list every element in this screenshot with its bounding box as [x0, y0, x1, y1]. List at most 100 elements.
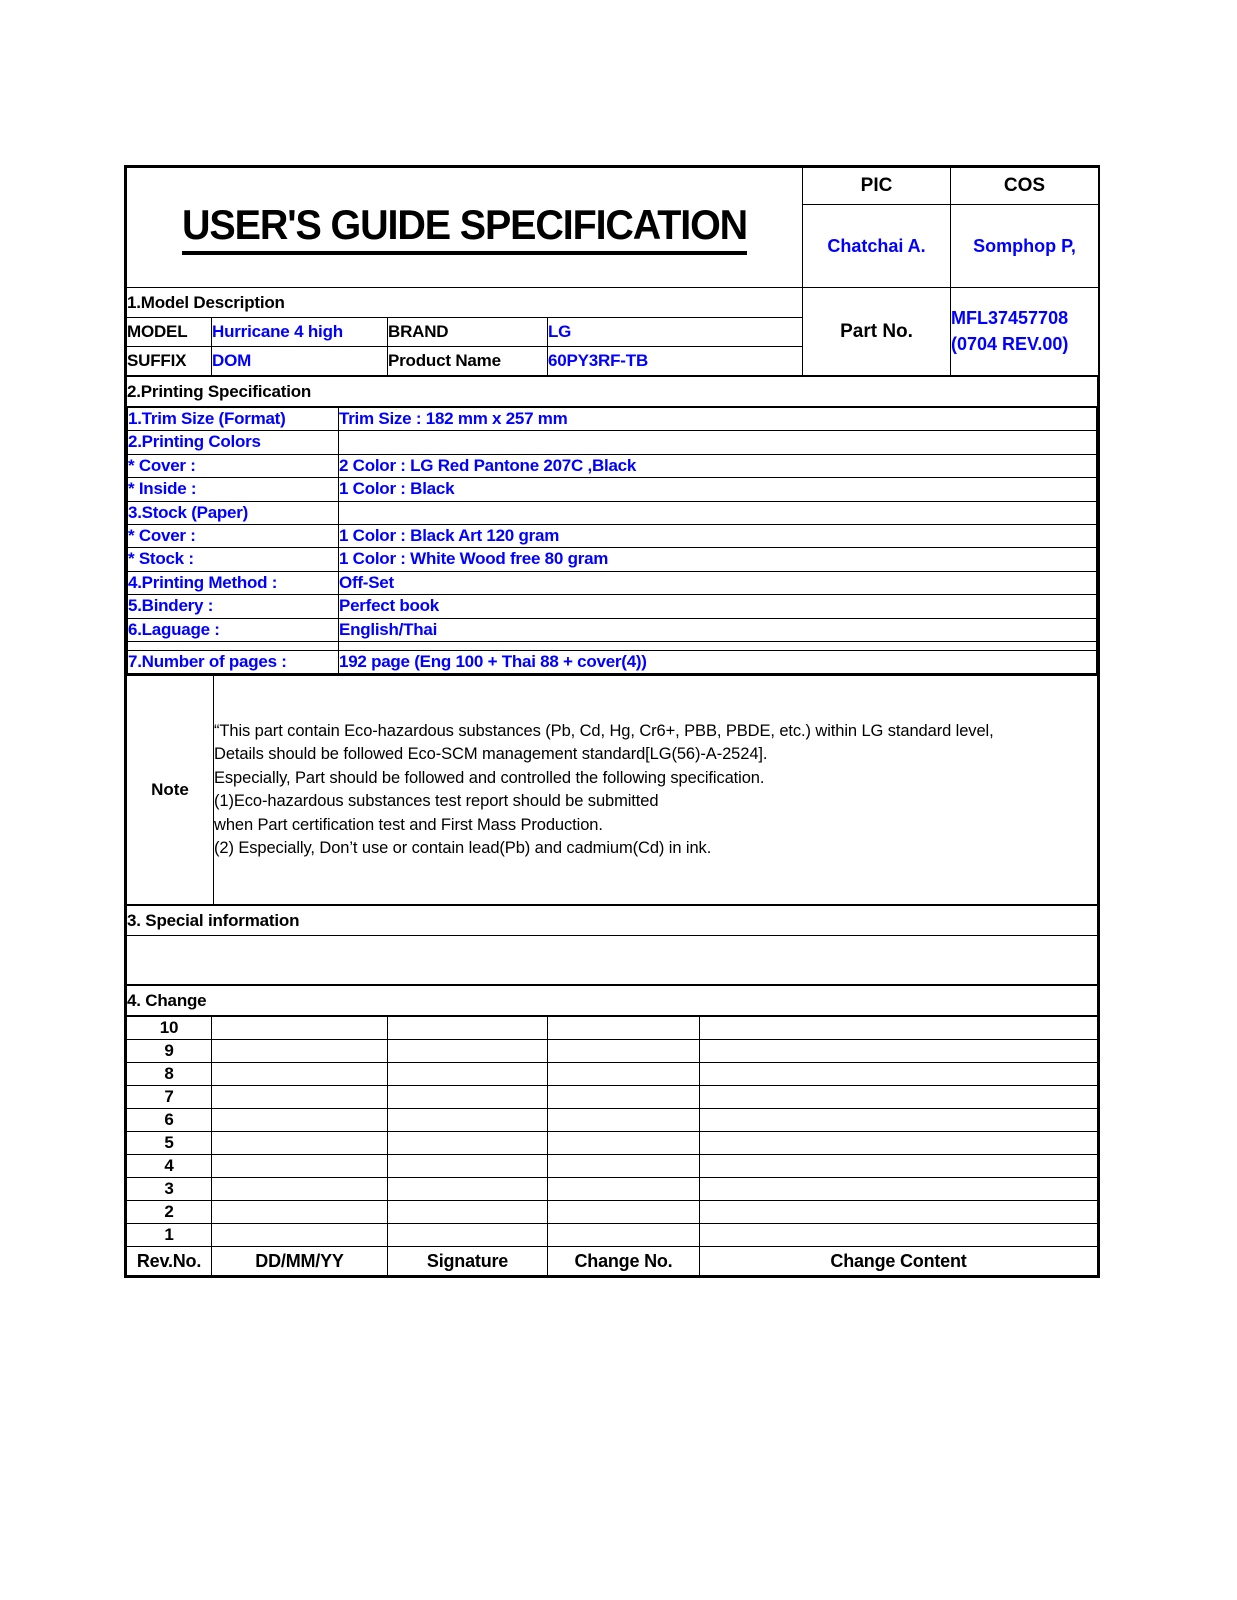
spec-list: 1.Trim Size (Format) Trim Size : 182 mm x…: [127, 406, 1097, 675]
change-row-date[interactable]: [211, 1200, 388, 1225]
change-row-date[interactable]: [211, 1108, 388, 1133]
change-row-content[interactable]: [699, 1131, 1098, 1156]
change-footer-change-no: Change No.: [547, 1246, 700, 1277]
spec-row: * Stock :1 Color : White Wood free 80 gr…: [127, 547, 1097, 572]
change-row-number: 4: [126, 1154, 212, 1179]
table-row: 7: [126, 1085, 1098, 1110]
change-row-number-col[interactable]: [547, 1108, 700, 1133]
part-no-label: Part No.: [802, 287, 952, 376]
change-row-number-col[interactable]: [547, 1154, 700, 1179]
change-row-number-col[interactable]: [547, 1085, 700, 1110]
change-row-signature[interactable]: [387, 1108, 548, 1133]
change-row-content[interactable]: [699, 1177, 1098, 1202]
change-row-number-col[interactable]: [547, 1131, 700, 1156]
note-body: “This part contain Eco-hazardous substan…: [213, 675, 1098, 906]
change-row-signature[interactable]: [387, 1223, 548, 1248]
suffix-value: DOM: [211, 346, 388, 376]
change-row-content[interactable]: [699, 1016, 1098, 1041]
table-row: 1: [126, 1223, 1098, 1248]
part-no-revision: (0704 REV.00): [951, 333, 1069, 354]
change-row-number: 2: [126, 1200, 212, 1225]
change-row-content[interactable]: [699, 1108, 1098, 1133]
spec-row: * Cover :2 Color : LG Red Pantone 207C ,…: [127, 453, 1097, 479]
change-row-signature[interactable]: [387, 1200, 548, 1225]
change-row-content[interactable]: [699, 1154, 1098, 1179]
change-row-number-col[interactable]: [547, 1016, 700, 1041]
change-footer-change-content: Change Content: [699, 1246, 1098, 1277]
spec-key: 3.Stock (Paper): [127, 500, 339, 526]
spec-value: 1 Color : Black: [338, 477, 1097, 502]
specification-sheet: USER'S GUIDE SPECIFICATION PIC COS Chatc…: [124, 165, 1100, 1279]
change-row-number-col[interactable]: [547, 1062, 700, 1087]
change-row-date[interactable]: [211, 1154, 388, 1179]
change-row-number: 1: [126, 1223, 212, 1248]
spec-key: * Stock :: [127, 547, 339, 572]
spec-key: 4.Printing Method :: [127, 570, 339, 596]
spec-key: 2.Printing Colors: [127, 430, 339, 455]
note-line: Especially, Part should be followed and …: [214, 768, 765, 787]
note-line: when Part certification test and First M…: [214, 815, 603, 834]
note-line: (1)Eco-hazardous substances test report …: [214, 792, 659, 811]
spec-value: English/Thai: [338, 617, 1097, 643]
spec-key: 6.Laguage :: [127, 617, 339, 643]
table-row: 2: [126, 1200, 1098, 1225]
cos-header-label: COS: [950, 167, 1100, 205]
product-name-value: 60PY3RF-TB: [546, 346, 804, 376]
special-information-content[interactable]: [126, 935, 1098, 986]
change-row-number-col[interactable]: [547, 1200, 700, 1225]
spec-row: 3.Stock (Paper): [127, 500, 1097, 526]
table-row: 3: [126, 1177, 1098, 1202]
change-row-number-col[interactable]: [547, 1223, 700, 1248]
change-footer-signature: Signature: [387, 1246, 548, 1277]
change-row-date[interactable]: [211, 1131, 388, 1156]
note-table: Note “This part contain Eco-hazardous su…: [126, 675, 1098, 906]
change-row-number: 8: [126, 1062, 212, 1087]
change-row-date[interactable]: [211, 1062, 388, 1087]
change-row-signature[interactable]: [387, 1154, 548, 1179]
change-row-date[interactable]: [211, 1177, 388, 1202]
spec-value: 2 Color : LG Red Pantone 207C ,Black: [338, 453, 1097, 479]
spec-row: 4.Printing Method : Off-Set: [127, 570, 1097, 596]
change-row-signature[interactable]: [387, 1062, 548, 1087]
change-table-footer: Rev.No. DD/MM/YY Signature Change No. Change…: [126, 1246, 1098, 1277]
change-row-number: 10: [126, 1016, 212, 1041]
change-row-content[interactable]: [699, 1200, 1098, 1225]
spec-value: 1 Color : Black Art 120 gram: [338, 524, 1097, 549]
spec-value: Off-Set: [338, 570, 1097, 596]
spec-row: 7.Number of pages :192 page (Eng 100 + T…: [127, 650, 1097, 675]
change-row-date[interactable]: [211, 1085, 388, 1110]
change-row-signature[interactable]: [387, 1085, 548, 1110]
change-row-date[interactable]: [211, 1039, 388, 1064]
printing-specification-table: 2.Printing Specification 1.Trim Size (Fo…: [126, 376, 1098, 676]
header-table: USER'S GUIDE SPECIFICATION PIC COS Chatc…: [125, 167, 1100, 376]
change-row-number-col[interactable]: [547, 1039, 700, 1064]
change-row-signature[interactable]: [387, 1016, 548, 1041]
spec-row: * Cover :1 Color : Black Art 120 gram: [127, 524, 1097, 549]
cos-name: Somphop P,: [950, 204, 1100, 288]
spec-value: 192 page (Eng 100 + Thai 88 + cover(4)): [338, 650, 1097, 675]
change-footer-date: DD/MM/YY: [211, 1246, 388, 1277]
change-row-signature[interactable]: [387, 1177, 548, 1202]
note-line: “This part contain Eco-hazardous substan…: [214, 721, 994, 740]
change-footer-rev-no: Rev.No.: [126, 1246, 212, 1277]
change-row-content[interactable]: [699, 1085, 1098, 1110]
change-row-content[interactable]: [699, 1223, 1098, 1248]
change-row-number: 3: [126, 1177, 212, 1202]
table-row: 8: [126, 1062, 1098, 1087]
note-line: Details should be followed Eco-SCM manag…: [214, 745, 768, 764]
page-title: USER'S GUIDE SPECIFICATION: [182, 201, 748, 255]
change-row-number-col[interactable]: [547, 1177, 700, 1202]
change-row-content[interactable]: [699, 1062, 1098, 1087]
change-row-signature[interactable]: [387, 1131, 548, 1156]
printing-specification-body: 1.Trim Size (Format) Trim Size : 182 mm x…: [126, 405, 1098, 676]
change-row-date[interactable]: [211, 1223, 388, 1248]
spec-key: * Inside :: [127, 477, 339, 502]
product-name-label: Product Name: [387, 346, 548, 376]
change-table: 10 9 8 7 6 5 4 3 2 1 Rev.No. DD/MM/YY Signature Chang…: [126, 1016, 1098, 1277]
spec-row: 6.Laguage : English/Thai: [127, 617, 1097, 643]
part-no-value: MFL37457708: [951, 307, 1069, 328]
note-label: Note: [126, 675, 214, 906]
change-row-content[interactable]: [699, 1039, 1098, 1064]
change-row-signature[interactable]: [387, 1039, 548, 1064]
change-row-date[interactable]: [211, 1016, 388, 1041]
